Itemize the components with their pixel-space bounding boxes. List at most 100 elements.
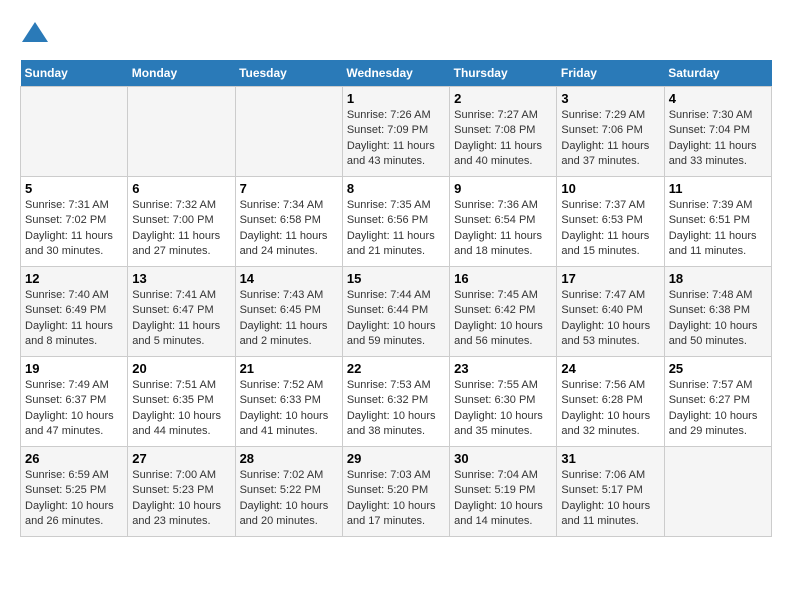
day-number: 12 [25,271,123,286]
day-number: 8 [347,181,445,196]
day-cell [128,87,235,177]
day-info: Sunrise: 7:00 AMSunset: 5:23 PMDaylight:… [132,468,230,530]
day-number: 3 [561,91,659,106]
day-info: Sunrise: 7:37 AMSunset: 6:53 PMDaylight:… [561,198,659,260]
day-number: 14 [240,271,338,286]
day-info: Sunrise: 7:53 AMSunset: 6:32 PMDaylight:… [347,378,445,440]
day-info: Sunrise: 7:27 AMSunset: 7:08 PMDaylight:… [454,108,552,170]
day-info: Sunrise: 7:57 AMSunset: 6:27 PMDaylight:… [669,378,767,440]
day-cell [21,87,128,177]
day-number: 10 [561,181,659,196]
day-cell: 26 Sunrise: 6:59 AMSunset: 5:25 PMDayligh… [21,447,128,537]
day-cell: 18 Sunrise: 7:48 AMSunset: 6:38 PMDayligh… [664,267,771,357]
day-info: Sunrise: 7:02 AMSunset: 5:22 PMDaylight:… [240,468,338,530]
header-saturday: Saturday [664,60,771,87]
day-info: Sunrise: 7:47 AMSunset: 6:40 PMDaylight:… [561,288,659,350]
day-cell: 27 Sunrise: 7:00 AMSunset: 5:23 PMDayligh… [128,447,235,537]
day-info: Sunrise: 7:43 AMSunset: 6:45 PMDaylight:… [240,288,338,350]
day-number: 16 [454,271,552,286]
day-info: Sunrise: 7:51 AMSunset: 6:35 PMDaylight:… [132,378,230,440]
day-cell: 16 Sunrise: 7:45 AMSunset: 6:42 PMDayligh… [450,267,557,357]
day-number: 4 [669,91,767,106]
day-number: 11 [669,181,767,196]
day-cell: 5 Sunrise: 7:31 AMSunset: 7:02 PMDaylight… [21,177,128,267]
day-number: 30 [454,451,552,466]
day-info: Sunrise: 7:30 AMSunset: 7:04 PMDaylight:… [669,108,767,170]
day-info: Sunrise: 7:40 AMSunset: 6:49 PMDaylight:… [25,288,123,350]
day-cell: 17 Sunrise: 7:47 AMSunset: 6:40 PMDayligh… [557,267,664,357]
day-number: 28 [240,451,338,466]
day-number: 17 [561,271,659,286]
day-cell: 24Sunrise: 7:56 AMSunset: 6:28 PMDayligh… [557,357,664,447]
day-number: 13 [132,271,230,286]
day-cell: 11 Sunrise: 7:39 AMSunset: 6:51 PMDayligh… [664,177,771,267]
header-friday: Friday [557,60,664,87]
day-number: 25 [669,361,767,376]
day-info: Sunrise: 7:39 AMSunset: 6:51 PMDaylight:… [669,198,767,260]
day-info: Sunrise: 7:41 AMSunset: 6:47 PMDaylight:… [132,288,230,350]
day-number: 29 [347,451,445,466]
logo-icon [20,20,50,50]
day-cell: 25 Sunrise: 7:57 AMSunset: 6:27 PMDayligh… [664,357,771,447]
day-number: 21 [240,361,338,376]
day-cell: 2 Sunrise: 7:27 AMSunset: 7:08 PMDaylight… [450,87,557,177]
day-cell: 30Sunrise: 7:04 AMSunset: 5:19 PMDayligh… [450,447,557,537]
header-monday: Monday [128,60,235,87]
day-cell: 8 Sunrise: 7:35 AMSunset: 6:56 PMDaylight… [342,177,449,267]
day-number: 27 [132,451,230,466]
day-cell: 28 Sunrise: 7:02 AMSunset: 5:22 PMDayligh… [235,447,342,537]
day-info: Sunrise: 7:26 AMSunset: 7:09 PMDaylight:… [347,108,445,170]
header-thursday: Thursday [450,60,557,87]
day-info: Sunrise: 7:06 AMSunset: 5:17 PMDaylight:… [561,468,659,530]
day-info: Sunrise: 7:36 AMSunset: 6:54 PMDaylight:… [454,198,552,260]
day-number: 15 [347,271,445,286]
calendar-table: SundayMondayTuesdayWednesdayThursdayFrid… [20,60,772,537]
day-info: Sunrise: 7:55 AMSunset: 6:30 PMDaylight:… [454,378,552,440]
day-info: Sunrise: 7:03 AMSunset: 5:20 PMDaylight:… [347,468,445,530]
header-wednesday: Wednesday [342,60,449,87]
day-number: 26 [25,451,123,466]
day-number: 9 [454,181,552,196]
day-cell: 14 Sunrise: 7:43 AMSunset: 6:45 PMDayligh… [235,267,342,357]
day-cell: 10 Sunrise: 7:37 AMSunset: 6:53 PMDayligh… [557,177,664,267]
day-info: Sunrise: 7:32 AMSunset: 7:00 PMDaylight:… [132,198,230,260]
day-info: Sunrise: 7:52 AMSunset: 6:33 PMDaylight:… [240,378,338,440]
day-cell: 20Sunrise: 7:51 AMSunset: 6:35 PMDayligh… [128,357,235,447]
week-row-3: 19Sunrise: 7:49 AMSunset: 6:37 PMDayligh… [21,357,772,447]
week-row-4: 26 Sunrise: 6:59 AMSunset: 5:25 PMDayligh… [21,447,772,537]
day-number: 5 [25,181,123,196]
day-cell: 3 Sunrise: 7:29 AMSunset: 7:06 PMDaylight… [557,87,664,177]
day-number: 18 [669,271,767,286]
day-number: 31 [561,451,659,466]
day-cell: 15Sunrise: 7:44 AMSunset: 6:44 PMDayligh… [342,267,449,357]
day-info: Sunrise: 7:49 AMSunset: 6:37 PMDaylight:… [25,378,123,440]
week-row-0: 1 Sunrise: 7:26 AMSunset: 7:09 PMDaylight… [21,87,772,177]
day-info: Sunrise: 7:34 AMSunset: 6:58 PMDaylight:… [240,198,338,260]
day-info: Sunrise: 7:29 AMSunset: 7:06 PMDaylight:… [561,108,659,170]
header-tuesday: Tuesday [235,60,342,87]
day-cell: 21 Sunrise: 7:52 AMSunset: 6:33 PMDayligh… [235,357,342,447]
page-header [20,20,772,50]
day-number: 1 [347,91,445,106]
day-number: 23 [454,361,552,376]
day-cell: 23 Sunrise: 7:55 AMSunset: 6:30 PMDayligh… [450,357,557,447]
day-info: Sunrise: 6:59 AMSunset: 5:25 PMDaylight:… [25,468,123,530]
day-info: Sunrise: 7:48 AMSunset: 6:38 PMDaylight:… [669,288,767,350]
day-info: Sunrise: 7:31 AMSunset: 7:02 PMDaylight:… [25,198,123,260]
header-row: SundayMondayTuesdayWednesdayThursdayFrid… [21,60,772,87]
week-row-2: 12 Sunrise: 7:40 AMSunset: 6:49 PMDayligh… [21,267,772,357]
day-number: 6 [132,181,230,196]
day-cell: 6 Sunrise: 7:32 AMSunset: 7:00 PMDaylight… [128,177,235,267]
day-info: Sunrise: 7:35 AMSunset: 6:56 PMDaylight:… [347,198,445,260]
day-cell: 19Sunrise: 7:49 AMSunset: 6:37 PMDayligh… [21,357,128,447]
day-number: 24 [561,361,659,376]
day-cell: 7 Sunrise: 7:34 AMSunset: 6:58 PMDaylight… [235,177,342,267]
day-cell [235,87,342,177]
day-number: 2 [454,91,552,106]
day-info: Sunrise: 7:45 AMSunset: 6:42 PMDaylight:… [454,288,552,350]
day-cell: 12 Sunrise: 7:40 AMSunset: 6:49 PMDayligh… [21,267,128,357]
day-cell: 29 Sunrise: 7:03 AMSunset: 5:20 PMDayligh… [342,447,449,537]
logo [20,20,54,50]
header-sunday: Sunday [21,60,128,87]
day-number: 7 [240,181,338,196]
